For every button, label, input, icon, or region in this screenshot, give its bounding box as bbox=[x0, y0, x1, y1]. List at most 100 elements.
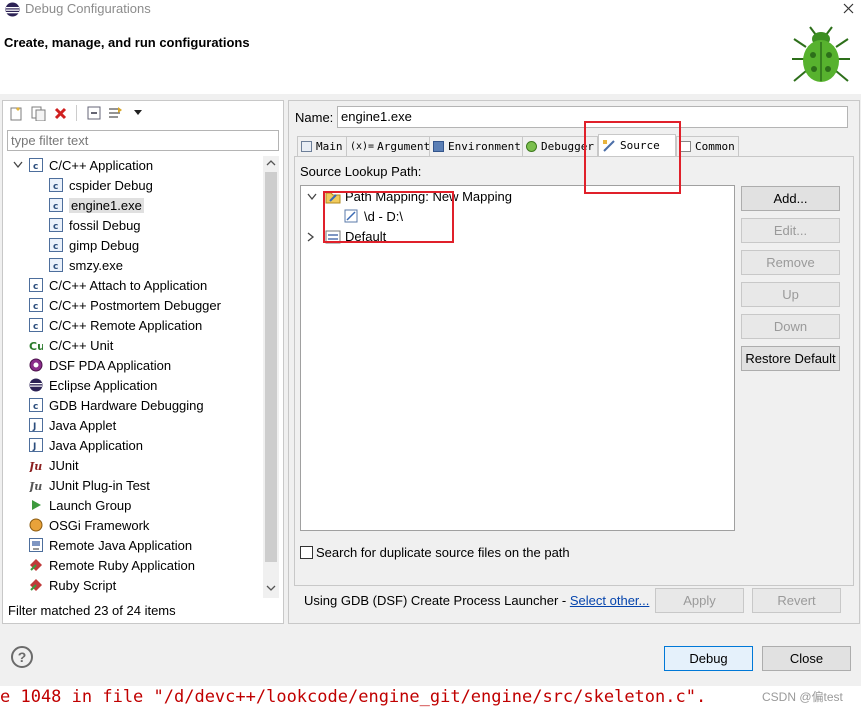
path-mapping-icon bbox=[325, 192, 341, 204]
delete-config-icon[interactable] bbox=[50, 103, 70, 123]
edit-button[interactable]: Edit... bbox=[741, 218, 840, 243]
c-category-icon: c bbox=[29, 278, 43, 292]
tree-category-item[interactable]: c C/C++ Postmortem Debugger bbox=[29, 295, 221, 315]
path-mapping-node[interactable]: Path Mapping: New Mapping bbox=[345, 189, 512, 204]
tree-config-item[interactable]: c engine1.exe bbox=[49, 195, 144, 215]
filter-menu-icon[interactable] bbox=[106, 103, 126, 123]
tree-item-label: C/C++ Application bbox=[49, 157, 154, 173]
c-category-icon: c bbox=[29, 318, 43, 332]
tab-common[interactable]: Common bbox=[676, 136, 739, 156]
svg-text:c: c bbox=[33, 162, 38, 172]
add-button[interactable]: Add... bbox=[741, 186, 840, 211]
bug-icon bbox=[792, 26, 850, 82]
help-icon[interactable]: ? bbox=[11, 646, 33, 668]
launcher-info: Using GDB (DSF) Create Process Launcher … bbox=[304, 593, 649, 608]
tab-arguments[interactable]: (x)= Arguments bbox=[346, 136, 441, 156]
scroll-up-icon[interactable] bbox=[266, 159, 276, 167]
scroll-thumb[interactable] bbox=[265, 172, 277, 562]
tree-item-label: JUnit bbox=[49, 457, 79, 473]
svg-text:Cu: Cu bbox=[29, 340, 43, 352]
remove-button[interactable]: Remove bbox=[741, 250, 840, 275]
tree-config-item[interactable]: c smzy.exe bbox=[49, 255, 123, 275]
tree-config-item[interactable]: c cspider Debug bbox=[49, 175, 153, 195]
chevron-down-icon[interactable] bbox=[307, 193, 317, 201]
duplicate-config-icon[interactable] bbox=[28, 103, 48, 123]
c-category-icon: c bbox=[29, 398, 43, 412]
tree-item-label: DSF PDA Application bbox=[49, 357, 172, 373]
default-node[interactable]: Default bbox=[345, 229, 386, 244]
debug-button[interactable]: Debug bbox=[664, 646, 753, 671]
restore-default-button[interactable]: Restore Default bbox=[741, 346, 840, 371]
tree-item-label: Eclipse Application bbox=[49, 377, 158, 393]
mapping-entry-icon bbox=[344, 209, 358, 223]
apply-button[interactable]: Apply bbox=[655, 588, 744, 613]
left-toolbar bbox=[6, 103, 148, 123]
collapse-all-icon[interactable] bbox=[84, 103, 104, 123]
tab-source[interactable]: Source bbox=[598, 134, 676, 156]
revert-button[interactable]: Revert bbox=[752, 588, 841, 613]
chevron-down-icon[interactable] bbox=[13, 161, 23, 169]
environment-tab-icon bbox=[433, 141, 444, 152]
c-category-icon: c bbox=[29, 158, 43, 172]
mapping-entry[interactable]: \d - D:\ bbox=[364, 209, 403, 224]
java-icon: J bbox=[29, 418, 43, 432]
ruby-icon bbox=[29, 578, 43, 592]
new-config-icon[interactable] bbox=[6, 103, 26, 123]
watermark: CSDN @偏test bbox=[762, 690, 843, 704]
tree-category-item[interactable]: J Java Application bbox=[29, 435, 143, 455]
config-tree: c C/C++ Application c cspider Debug c engine1… bbox=[9, 155, 263, 599]
tree-item-label: OSGi Framework bbox=[49, 517, 150, 533]
close-window-icon[interactable] bbox=[843, 3, 854, 14]
main-tab-icon bbox=[301, 141, 312, 152]
tree-category-item[interactable]: DSF PDA Application bbox=[29, 355, 171, 375]
filter-status: Filter matched 23 of 24 items bbox=[8, 603, 176, 618]
svg-text:c: c bbox=[53, 182, 58, 192]
tree-category-item[interactable]: c C/C++ Attach to Application bbox=[29, 275, 207, 295]
tab-main[interactable]: Main bbox=[297, 136, 347, 156]
tree-category-item[interactable]: OSGi Framework bbox=[29, 515, 149, 535]
chevron-down-icon[interactable] bbox=[128, 103, 148, 123]
down-button[interactable]: Down bbox=[741, 314, 840, 339]
tree-category-item[interactable]: Launch Group bbox=[29, 495, 131, 515]
svg-text:J: J bbox=[32, 442, 36, 452]
tree-category-item[interactable]: Ju JUnit Plug-in Test bbox=[29, 475, 150, 495]
close-button[interactable]: Close bbox=[762, 646, 851, 671]
scroll-down-icon[interactable] bbox=[266, 584, 276, 592]
tree-config-item[interactable]: c fossil Debug bbox=[49, 215, 141, 235]
svg-text:J: J bbox=[32, 422, 36, 432]
svg-text:c: c bbox=[53, 222, 58, 232]
search-duplicates-label: Search for duplicate source files on the… bbox=[316, 545, 570, 560]
tab-debugger[interactable]: Debugger bbox=[522, 136, 598, 156]
tree-category-item[interactable]: Remote Ruby Application bbox=[29, 555, 195, 575]
tab-environment[interactable]: Environment bbox=[429, 136, 525, 156]
toolbar-divider bbox=[76, 105, 80, 121]
tree-category-item[interactable]: Ju JUnit bbox=[29, 455, 79, 475]
tree-item-label: engine1.exe bbox=[69, 197, 144, 213]
chevron-right-icon[interactable] bbox=[307, 232, 315, 242]
name-input[interactable]: engine1.exe bbox=[337, 106, 848, 128]
tree-item-label: Remote Ruby Application bbox=[49, 557, 195, 573]
launcher-text: Using GDB (DSF) Create Process Launcher … bbox=[304, 593, 570, 608]
tree-item-label: GDB Hardware Debugging bbox=[49, 397, 204, 413]
tree-category-item[interactable]: J Java Applet bbox=[29, 415, 116, 435]
up-button[interactable]: Up bbox=[741, 282, 840, 307]
tree-category-item[interactable]: Cu C/C++ Unit bbox=[29, 335, 113, 355]
tree-category-item[interactable]: c GDB Hardware Debugging bbox=[29, 395, 204, 415]
svg-text:Ju: Ju bbox=[29, 460, 42, 472]
tree-item-label: cspider Debug bbox=[69, 177, 153, 193]
tree-item-label: gimp Debug bbox=[69, 237, 140, 253]
select-other-link[interactable]: Select other... bbox=[570, 593, 650, 608]
window-title: Debug Configurations bbox=[25, 1, 151, 16]
tree-category-item[interactable]: Remote Java Application bbox=[29, 535, 192, 555]
tree-category-item[interactable]: c C/C++ Remote Application bbox=[29, 315, 202, 335]
header-title: Create, manage, and run configurations bbox=[4, 35, 250, 50]
svg-text:c: c bbox=[33, 282, 38, 292]
tree-config-item[interactable]: c gimp Debug bbox=[49, 235, 139, 255]
c-file-icon: c bbox=[49, 218, 63, 232]
filter-input[interactable] bbox=[7, 130, 279, 151]
svg-text:c: c bbox=[53, 202, 58, 212]
tree-category-item[interactable]: Ruby Script bbox=[29, 575, 116, 595]
tree-category-item[interactable]: Eclipse Application bbox=[29, 375, 157, 395]
search-duplicates-checkbox[interactable] bbox=[300, 546, 313, 559]
tree-category-item[interactable]: c C/C++ Application bbox=[13, 155, 154, 175]
